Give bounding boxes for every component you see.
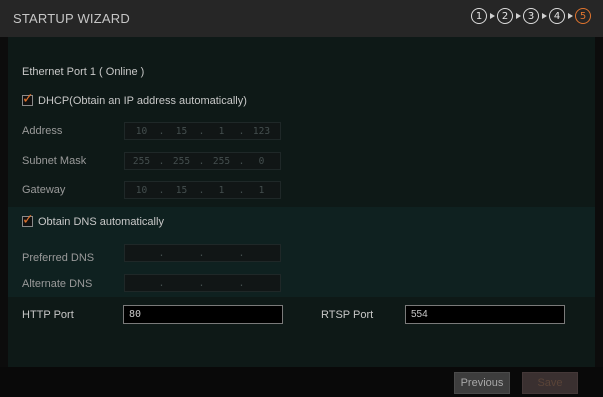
title-bar: STARTUP WIZARD 1 2 3 4 5: [0, 0, 603, 37]
step-arrow-icon: [542, 13, 547, 19]
subnet-mask-field[interactable]: 255. 255. 255. 0: [124, 152, 281, 170]
gateway-label: Gateway: [22, 184, 66, 196]
step-3-icon: 3: [523, 8, 539, 24]
wizard-title: STARTUP WIZARD: [13, 11, 130, 26]
subnet-mask-label: Subnet Mask: [22, 155, 87, 167]
step-indicator: 1 2 3 4 5: [471, 8, 591, 24]
preferred-dns-field[interactable]: . . .: [124, 244, 281, 262]
rtsp-port-label: RTSP Port: [321, 309, 374, 321]
step-5-icon: 5: [575, 8, 591, 24]
http-port-label: HTTP Port: [22, 309, 74, 321]
gateway-field[interactable]: 10. 15. 1. 1: [124, 181, 281, 199]
save-button[interactable]: Save: [522, 372, 578, 394]
step-2-icon: 2: [497, 8, 513, 24]
previous-button[interactable]: Previous: [454, 372, 510, 394]
step-arrow-icon: [516, 13, 521, 19]
port-status-label: Ethernet Port 1 ( Online ): [22, 66, 145, 78]
address-label: Address: [22, 125, 63, 137]
dns-auto-label: Obtain DNS automatically: [38, 216, 164, 228]
preferred-dns-label: Preferred DNS: [22, 252, 95, 264]
alternate-dns-field[interactable]: . . .: [124, 274, 281, 292]
checkmark-icon: ✓: [22, 212, 34, 228]
alternate-dns-label: Alternate DNS: [22, 278, 93, 290]
dhcp-checkbox[interactable]: ✓: [22, 91, 34, 107]
step-1-icon: 1: [471, 8, 487, 24]
dhcp-label: DHCP(Obtain an IP address automatically): [38, 95, 247, 107]
step-4-icon: 4: [549, 8, 565, 24]
step-arrow-icon: [568, 13, 573, 19]
footer-bar: [0, 367, 603, 397]
http-port-input[interactable]: 80: [123, 305, 283, 324]
dns-auto-checkbox[interactable]: ✓: [22, 212, 34, 228]
rtsp-port-input[interactable]: 554: [405, 305, 565, 324]
checkmark-icon: ✓: [22, 91, 34, 107]
address-field[interactable]: 10. 15. 1. 123: [124, 122, 281, 140]
step-arrow-icon: [490, 13, 495, 19]
